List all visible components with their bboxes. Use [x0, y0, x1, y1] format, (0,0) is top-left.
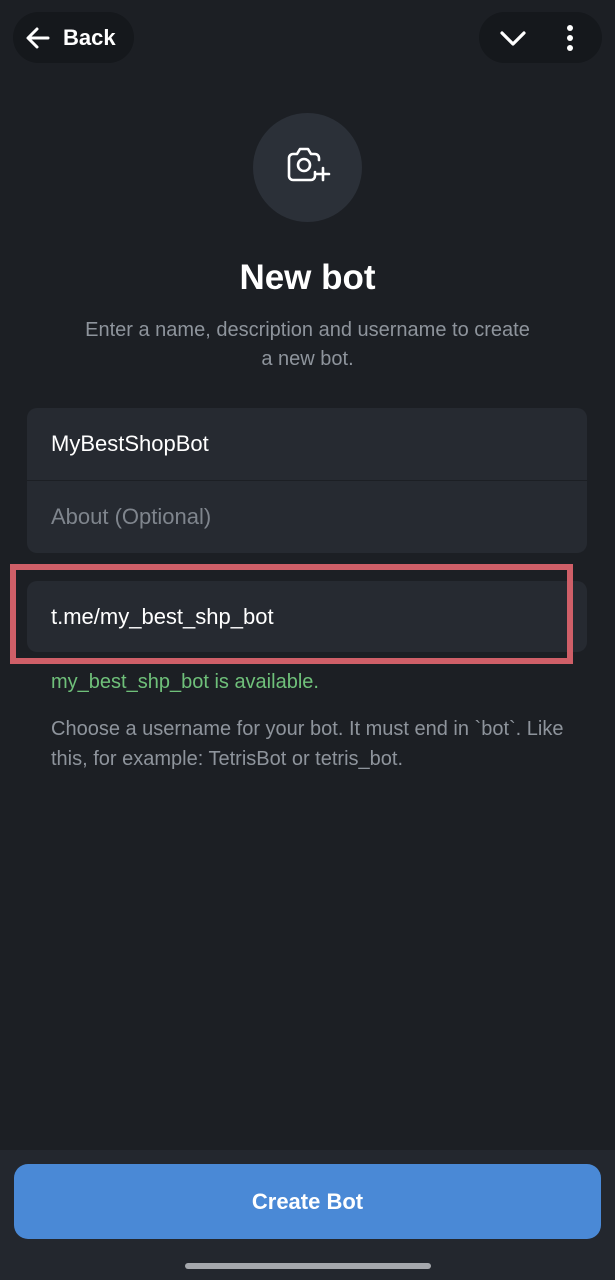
new-bot-screen: Back New bot Enter a name, description a…: [0, 0, 615, 1280]
more-vertical-icon[interactable]: [561, 24, 579, 52]
chevron-down-icon[interactable]: [499, 25, 527, 51]
bot-name-field[interactable]: MyBestShopBot: [27, 408, 587, 480]
camera-add-icon: [285, 146, 331, 189]
availability-status: my_best_shp_bot is available.: [51, 671, 319, 693]
username-hint: Choose a username for your bot. It must …: [51, 718, 564, 770]
header-actions: [479, 12, 602, 63]
page-subtitle: Enter a name, description and username t…: [85, 319, 530, 370]
username-field[interactable]: t.me/my_best_shp_bot: [27, 581, 587, 652]
arrow-left-icon: [25, 25, 51, 51]
back-button[interactable]: Back: [13, 12, 134, 63]
set-photo-button[interactable]: [253, 113, 362, 222]
back-label: Back: [63, 24, 116, 50]
bot-info-card: MyBestShopBot About (Optional): [27, 408, 587, 553]
create-bot-button[interactable]: Create Bot: [14, 1164, 601, 1239]
about-field[interactable]: About (Optional): [27, 481, 587, 553]
home-indicator[interactable]: [185, 1263, 431, 1269]
page-title: New bot: [239, 258, 376, 297]
